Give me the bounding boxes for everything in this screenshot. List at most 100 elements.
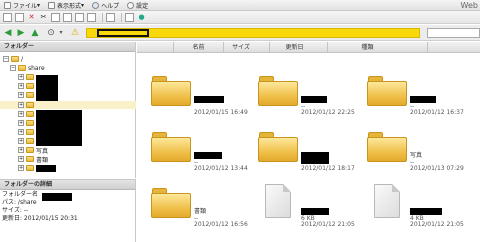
tree-node[interactable]: + (18, 110, 36, 118)
folder-item[interactable]: 書類 -- 2012/01/12 16:56 (151, 184, 251, 234)
tree-node[interactable]: + (18, 91, 36, 99)
item-date: 2012/01/13 07:29 (410, 165, 464, 172)
expand-icon[interactable]: + (18, 92, 24, 98)
menu-view[interactable]: 表示形式 ▾ (44, 0, 88, 11)
folder-item[interactable]: 2012/01/15 16:49 (151, 72, 251, 122)
refresh-icon[interactable]: ● (137, 13, 146, 22)
folder-icon (26, 92, 34, 98)
folder-icon (151, 132, 191, 162)
tree-node-share[interactable]: − share (10, 64, 45, 72)
expand-icon[interactable]: + (18, 156, 24, 162)
redacted-label (36, 164, 56, 172)
toolbar-divider (121, 12, 122, 22)
redacted-label (36, 75, 58, 101)
tree-node[interactable]: + (18, 164, 56, 172)
document-icon (374, 184, 400, 218)
expand-icon[interactable]: + (18, 129, 24, 135)
tree-node[interactable]: + (18, 137, 36, 145)
tree-node[interactable]: + (18, 101, 36, 109)
detail-folder-name: フォルダー名 (2, 191, 38, 199)
detail-size: サイズ: -- (2, 207, 29, 214)
tree-label: 書類 (36, 156, 49, 164)
menu-bar: ファイル ▾ 表示形式 ▾ ヘルプ 設定 Web (0, 0, 480, 11)
folder-icon (258, 76, 298, 106)
collapse-icon[interactable]: − (10, 65, 16, 71)
folder-item[interactable]: 2012/01/12 18:17 (258, 128, 358, 178)
tree-node-root[interactable]: − / (3, 55, 23, 63)
item-date: 2012/01/12 16:37 (410, 109, 464, 116)
expand-icon[interactable]: + (18, 138, 24, 144)
tree-label: share (28, 64, 45, 72)
item-date: 2012/01/12 16:56 (194, 221, 248, 228)
select-all-icon[interactable] (106, 12, 115, 22)
item-name: 写真 (410, 152, 423, 159)
view-icon[interactable] (125, 12, 134, 22)
redacted-name (194, 152, 222, 159)
expand-icon[interactable]: + (18, 102, 24, 108)
menu-help[interactable]: ヘルプ (88, 0, 123, 11)
expand-icon[interactable]: + (18, 147, 24, 153)
paste-icon[interactable] (63, 12, 72, 22)
file-item[interactable]: 6 KB 2012/01/12 21:05 (258, 184, 358, 234)
folder-item[interactable]: -- 2012/01/12 16:37 (367, 72, 467, 122)
menu-settings-label: 設定 (136, 2, 149, 10)
file-item[interactable]: 4 KB 2012/01/12 21:05 (367, 184, 467, 234)
toolbar-divider (102, 12, 103, 22)
column-spacer (137, 42, 138, 53)
back-arrow-icon[interactable]: ◀ (3, 28, 13, 38)
file-menu-icon (4, 1, 11, 9)
upload-icon[interactable] (15, 12, 24, 22)
column-kind[interactable]: 種類 (327, 42, 407, 53)
folder-icon (151, 188, 191, 218)
search-input[interactable] (427, 28, 480, 38)
tree-node[interactable]: + (18, 73, 36, 81)
tree-node[interactable]: + (18, 119, 36, 127)
tree-node-documents[interactable]: + 書類 (18, 155, 49, 164)
expand-icon[interactable]: + (18, 74, 24, 80)
column-size[interactable]: サイズ (223, 42, 258, 53)
path-breadcrumb[interactable] (86, 28, 420, 38)
folder-icon (26, 138, 34, 144)
copy-icon[interactable] (51, 12, 60, 22)
properties-icon[interactable] (87, 12, 96, 22)
menu-settings[interactable]: 設定 (123, 0, 152, 11)
folder-item[interactable]: 写真 -- 2012/01/13 07:29 (367, 128, 467, 178)
collapse-icon[interactable]: − (3, 56, 9, 62)
cut-icon[interactable]: ✂ (39, 13, 48, 22)
folder-icon (26, 102, 34, 108)
tree-node[interactable]: + (18, 82, 36, 90)
delete-icon[interactable]: ✕ (27, 13, 36, 22)
folder-icon (26, 83, 34, 89)
expand-icon[interactable]: + (18, 120, 24, 126)
up-arrow-icon[interactable]: ▲ (30, 28, 40, 38)
folder-icon (367, 76, 407, 106)
detail-name-label: フォルダー名 (2, 191, 39, 198)
item-date: 2012/01/15 16:49 (194, 109, 248, 116)
item-date: 2012/01/12 18:17 (301, 165, 355, 172)
folder-details-panel: フォルダーの詳細 フォルダー名 パス: /share サイズ: -- 更新日: … (0, 179, 136, 242)
folder-icon (26, 111, 34, 117)
tree-node-photos[interactable]: + 写真 (18, 146, 48, 155)
tree-node[interactable]: + (18, 128, 36, 136)
item-date: 2012/01/12 21:05 (410, 221, 464, 228)
redacted-label (36, 110, 82, 146)
folder-item[interactable]: -- 2012/01/12 22:25 (258, 72, 358, 122)
expand-icon[interactable]: + (18, 165, 24, 171)
item-date: 2012/01/12 21:05 (301, 221, 355, 228)
history-icon[interactable]: ⊙ (46, 28, 56, 38)
folder-icon (367, 132, 407, 162)
new-folder-icon[interactable] (3, 12, 12, 22)
app-title: Web (460, 1, 478, 10)
forward-arrow-icon[interactable]: ▶ (16, 28, 26, 38)
column-name[interactable]: 名前 (173, 42, 223, 53)
expand-icon[interactable]: + (18, 83, 24, 89)
folder-item[interactable]: -- 2012/01/12 13:44 (151, 128, 251, 178)
column-updated[interactable]: 更新日 (269, 42, 319, 53)
chevron-down-icon: ▾ (37, 1, 41, 9)
expand-icon[interactable]: + (18, 111, 24, 117)
menu-file[interactable]: ファイル ▾ (0, 0, 44, 11)
folder-icon (18, 65, 26, 71)
path-segment[interactable] (97, 29, 149, 37)
rename-icon[interactable] (75, 12, 84, 22)
history-dropdown-icon[interactable]: ▾ (56, 28, 66, 38)
